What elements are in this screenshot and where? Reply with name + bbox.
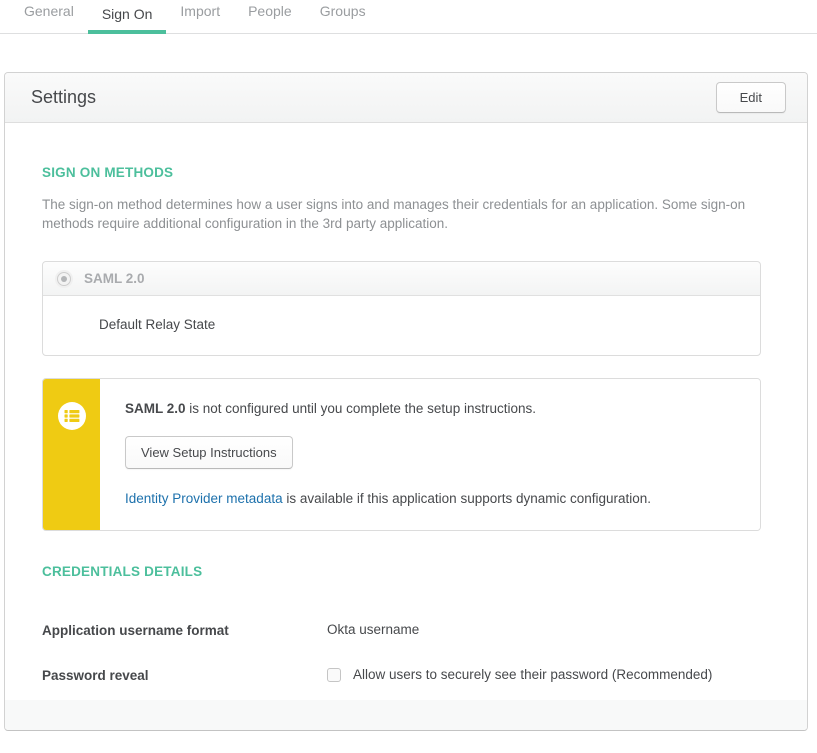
callout-message: SAML 2.0 is not configured until you com… [125,400,736,418]
callout-body: SAML 2.0 is not configured until you com… [100,379,760,530]
tab-import[interactable]: Import [166,0,234,34]
password-reveal-label: Password reveal [42,667,327,683]
saml-method-label: SAML 2.0 [84,271,145,286]
settings-card-header: Settings Edit [5,73,807,123]
card-footer [5,700,807,730]
username-format-row: Application username format Okta usernam… [42,622,761,638]
saml-method-header: SAML 2.0 [43,262,760,296]
edit-button[interactable]: Edit [716,82,786,113]
sign-on-methods-description: The sign-on method determines how a user… [42,195,761,233]
default-relay-state-label: Default Relay State [99,317,215,332]
settings-card-body: SIGN ON METHODS The sign-on method deter… [5,123,807,700]
password-reveal-row: Password reveal Allow users to securely … [42,667,761,683]
view-setup-instructions-button[interactable]: View Setup Instructions [125,436,293,469]
settings-card: Settings Edit SIGN ON METHODS The sign-o… [4,72,808,731]
username-format-label: Application username format [42,622,327,638]
tab-people[interactable]: People [234,0,306,34]
callout-link-line: Identity Provider metadata is available … [125,491,736,506]
saml-setup-callout: SAML 2.0 is not configured until you com… [42,378,761,531]
callout-message-app: SAML 2.0 [125,401,186,416]
callout-message-rest: is not configured until you complete the… [186,401,536,416]
username-format-value: Okta username [327,622,419,637]
callout-yellow-strip [43,379,100,530]
tab-general[interactable]: General [10,0,88,34]
list-icon [58,402,86,430]
saml-method-box: SAML 2.0 Default Relay State [42,261,761,356]
tab-groups[interactable]: Groups [306,0,380,34]
saml-radio-button[interactable] [57,272,71,286]
radio-dot [61,276,67,282]
password-reveal-checkbox-label: Allow users to securely see their passwo… [353,667,712,682]
sign-on-methods-heading: SIGN ON METHODS [42,165,761,180]
app-tab-bar: General Sign On Import People Groups [0,0,817,34]
saml-method-body: Default Relay State [43,296,760,355]
credentials-details-heading: CREDENTIALS DETAILS [42,564,761,579]
tab-sign-on[interactable]: Sign On [88,0,167,34]
page-title: Settings [31,87,96,108]
identity-provider-metadata-link[interactable]: Identity Provider metadata [125,491,283,506]
callout-link-rest: is available if this application support… [283,491,651,506]
password-reveal-checkbox[interactable] [327,668,341,682]
